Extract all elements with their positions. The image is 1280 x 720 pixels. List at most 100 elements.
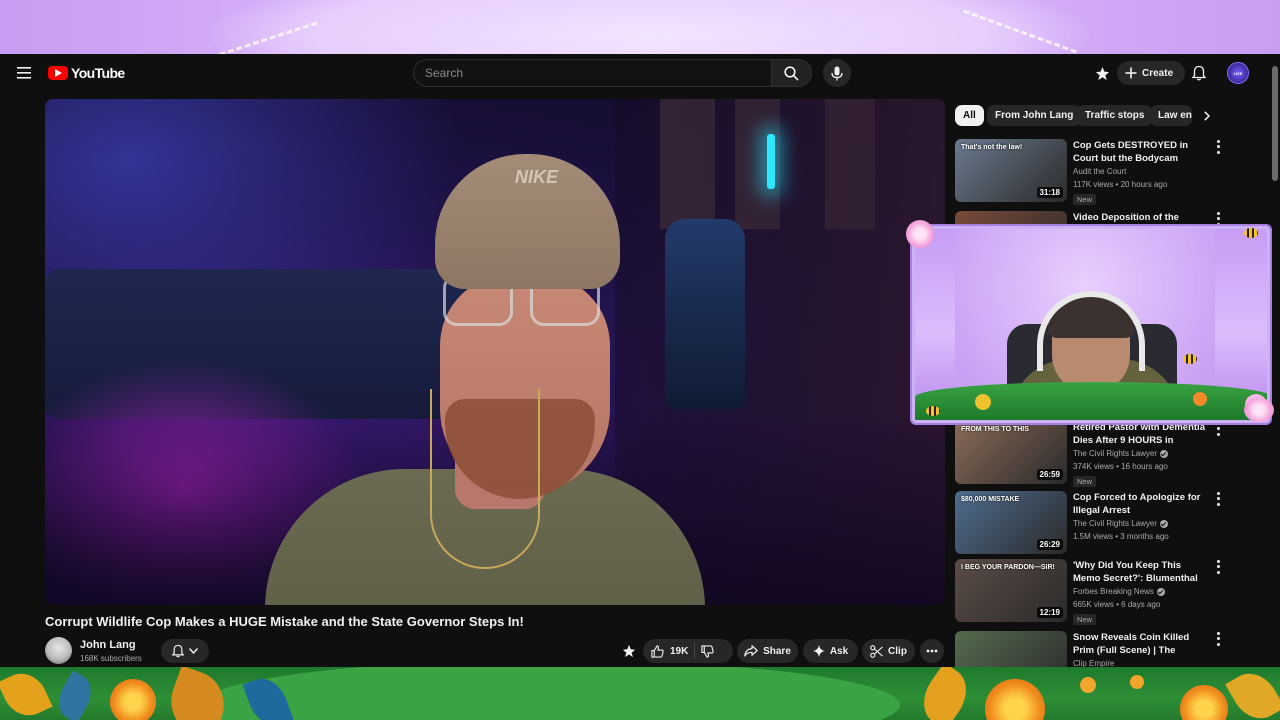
decorative-leaf [1225, 667, 1280, 720]
new-badge: New [1073, 194, 1097, 205]
chip-all[interactable]: All [955, 105, 984, 126]
subscriber-count: 168K subscribers [80, 654, 142, 663]
thumbnail-caption: That's not the law! [961, 144, 1023, 151]
ask-sparkle-icon [812, 645, 825, 657]
video-thumbnail[interactable]: FROM THIS TO THIS 26:59 [955, 421, 1067, 484]
decorative-flower [1080, 677, 1096, 693]
share-button[interactable]: Share [737, 639, 798, 663]
channel-name[interactable]: Audit the Court [1073, 167, 1126, 176]
streamer-webcam-overlay [912, 226, 1270, 423]
overlay-cloud [210, 0, 1090, 54]
menu-button[interactable] [12, 62, 36, 84]
kebab-icon[interactable] [1213, 559, 1223, 575]
decorative-flower [110, 679, 156, 720]
chips-next-button[interactable] [1196, 105, 1218, 127]
notifications-button[interactable] [1188, 62, 1210, 84]
kebab-icon[interactable] [1213, 211, 1223, 227]
search-icon [784, 65, 799, 81]
search-button[interactable] [771, 59, 812, 87]
cap-logo-text: NIKE [515, 167, 559, 187]
channel-name-text: Audit the Court [1073, 167, 1127, 176]
more-actions-button[interactable] [920, 639, 944, 663]
share-label: Share [763, 645, 791, 657]
presenter-necklace [430, 389, 540, 569]
thumbnail-caption: FROM THIS TO THIS [961, 426, 1029, 433]
mic-icon [831, 66, 843, 80]
channel-avatar[interactable] [45, 637, 72, 664]
kebab-icon[interactable] [1213, 139, 1223, 155]
channel-name[interactable]: The Civil Rights Lawyer [1073, 449, 1169, 458]
youtube-logo[interactable]: YouTube [48, 65, 125, 81]
channel-name[interactable]: Forbes Breaking News [1073, 587, 1165, 596]
thumbs-up-icon [651, 644, 664, 658]
scrollbar-thumb[interactable] [1272, 66, 1278, 181]
webcam-grass [915, 382, 1267, 420]
video-thumbnail[interactable]: I BEG YOUR PARDON—SIR! 12:19 [955, 559, 1067, 622]
decorative-leaf [912, 667, 978, 720]
subscription-notification-button[interactable] [161, 639, 209, 663]
video-duration: 31:18 [1036, 187, 1063, 198]
like-dislike-group: 19K [643, 639, 733, 663]
decorative-bee [1183, 354, 1197, 364]
account-avatar[interactable]: LIVE [1227, 62, 1249, 84]
video-player[interactable]: NIKE [45, 99, 945, 605]
plus-icon [1125, 67, 1137, 79]
bell-icon [1192, 65, 1206, 81]
channel-name-text: Forbes Breaking News [1073, 587, 1154, 596]
video-thumbnail[interactable]: That's not the law! 31:18 [955, 139, 1067, 202]
like-count: 19K [670, 645, 689, 657]
voice-search-button[interactable] [823, 59, 851, 87]
page-scrollbar[interactable] [1270, 54, 1280, 667]
video-duration: 12:19 [1036, 607, 1063, 618]
search-input[interactable] [425, 66, 771, 80]
spark-icon [622, 644, 636, 658]
verified-icon [1156, 587, 1165, 596]
channel-name[interactable]: The Civil Rights Lawyer [1073, 519, 1169, 528]
create-button[interactable]: Create [1117, 61, 1186, 85]
chip-law-enforcement[interactable]: Law en [1150, 105, 1192, 126]
search-box[interactable] [413, 59, 771, 87]
avatar-text: LIVE [1233, 70, 1243, 76]
decorative-leaf [51, 670, 99, 720]
video-title[interactable]: Cop Gets DESTROYED in Court but the Body… [1073, 139, 1207, 165]
video-title[interactable]: Cop Forced to Apologize for Illegal Arre… [1073, 491, 1207, 517]
premium-spark-button[interactable] [1091, 62, 1113, 84]
decorative-flower [1180, 685, 1228, 720]
decorative-flower [1244, 398, 1274, 422]
dislike-button[interactable] [701, 644, 715, 658]
video-thumbnail[interactable]: $80,000 MISTAKE 26:29 [955, 491, 1067, 554]
logo-text: YouTube [71, 65, 125, 81]
decorative-flower [1193, 392, 1207, 406]
new-badge: New [1073, 614, 1097, 625]
video-title[interactable]: Snow Reveals Coin Killed Prim (Full Scen… [1073, 631, 1207, 657]
like-divider [694, 643, 696, 659]
channel-name[interactable]: John Lang [80, 639, 136, 651]
decorative-flower [985, 679, 1045, 720]
youtube-play-icon [48, 66, 68, 80]
scene-chair [665, 219, 745, 409]
video-title[interactable]: Video Deposition of the [1073, 211, 1207, 224]
kebab-icon[interactable] [1213, 421, 1223, 437]
clip-label: Clip [888, 645, 907, 657]
clip-button[interactable]: Clip [862, 639, 915, 663]
chip-traffic-stops[interactable]: Traffic stops [1077, 105, 1153, 126]
verified-icon [1160, 519, 1169, 528]
scissors-icon [870, 644, 883, 658]
create-label: Create [1142, 67, 1174, 79]
kebab-icon[interactable] [1213, 491, 1223, 507]
overlay-hill [200, 667, 900, 720]
video-title: Corrupt Wildlife Cop Makes a HUGE Mistak… [45, 614, 524, 629]
kebab-icon[interactable] [1213, 631, 1223, 647]
top-navigation-bar: YouTube Create LIVE [0, 54, 1268, 92]
verified-icon [1160, 449, 1169, 458]
video-title[interactable]: Retired Pastor with Dementia Dies After … [1073, 421, 1207, 447]
like-button[interactable]: 19K [651, 644, 689, 658]
channel-name-text: The Civil Rights Lawyer [1073, 449, 1158, 458]
video-title[interactable]: 'Why Did You Keep This Memo Secret?': Bl… [1073, 559, 1207, 585]
chip-from-channel[interactable]: From John Lang [987, 105, 1082, 126]
ask-button[interactable]: Ask [803, 639, 858, 663]
new-badge: New [1073, 476, 1097, 487]
premium-spark-button[interactable] [619, 641, 639, 661]
decorative-bee [926, 406, 940, 416]
video-stats: 117K views • 20 hours ago [1073, 180, 1168, 189]
